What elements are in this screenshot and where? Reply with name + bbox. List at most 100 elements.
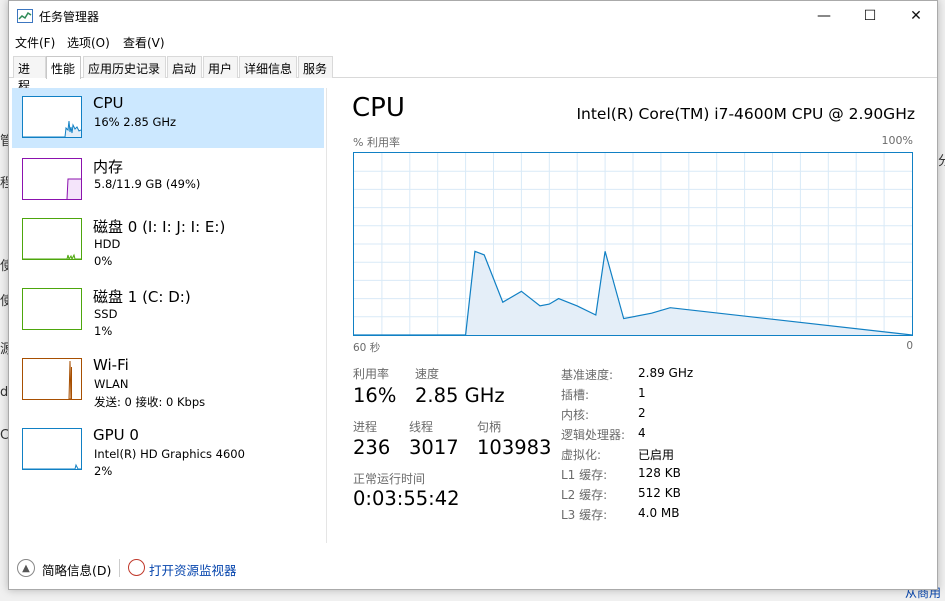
speed-value: 2.85 GHz: [415, 384, 505, 407]
utilization-label: 利用率: [353, 367, 390, 381]
graph-y-max: 100%: [881, 134, 913, 147]
l2-cache-value: 512 KB: [638, 486, 681, 500]
menu-bar: 文件(F) 选项(O) 查看(V): [9, 32, 937, 52]
sidebar-item-throughput: 发送: 0 接收: 0 Kbps: [94, 395, 206, 409]
task-manager-window: 任务管理器 — ☐ ✕ 文件(F) 选项(O) 查看(V) 进程 性能 应用历史…: [8, 0, 938, 590]
tab-performance[interactable]: 性能: [46, 56, 81, 79]
minimize-icon: —: [817, 8, 831, 24]
fewer-details-button[interactable]: 简略信息(D): [42, 560, 111, 579]
sidebar-item-detail: 16% 2.85 GHz: [94, 115, 177, 129]
cpu-mini-graph: [23, 120, 81, 137]
bottom-separator: [119, 559, 120, 577]
sidebar-item-disk-0[interactable]: 磁盘 0 (I: I: J: I: E:) HDD 0%: [12, 210, 324, 270]
processes-value: 236: [353, 436, 391, 459]
cores-value: 2: [638, 406, 646, 420]
panel-divider[interactable]: [326, 88, 327, 543]
sidebar-item-cpu[interactable]: CPU 16% 2.85 GHz: [12, 88, 324, 148]
sidebar-item-gpu[interactable]: GPU 0 Intel(R) HD Graphics 4600 2%: [12, 420, 324, 480]
disk0-thumbnail: [22, 218, 82, 260]
speed-label: 速度: [415, 367, 440, 381]
menu-options[interactable]: 选项(O): [67, 34, 110, 51]
sidebar-item-name: 内存: [93, 158, 124, 176]
tab-startup[interactable]: 启动: [167, 56, 202, 78]
base-speed-value: 2.89 GHz: [638, 366, 694, 380]
l1-cache-value: 128 KB: [638, 466, 681, 480]
maximize-icon: ☐: [863, 8, 877, 24]
virtualization-label: 虚拟化:: [561, 448, 602, 462]
task-manager-icon: [17, 9, 33, 23]
sidebar-item-memory[interactable]: 内存 5.8/11.9 GB (49%): [12, 150, 324, 210]
sockets-value: 1: [638, 386, 646, 400]
sidebar-item-name: CPU: [93, 94, 124, 112]
tab-processes[interactable]: 进程: [13, 56, 46, 93]
bottom-bar: ▲ 简略信息(D) 打开资源监视器: [9, 553, 937, 583]
l1-cache-label: L1 缓存:: [561, 468, 608, 482]
handles-value: 103983: [477, 436, 552, 459]
handles-label: 句柄: [477, 420, 502, 434]
chevron-up-icon[interactable]: ▲: [17, 559, 35, 577]
graph-y-label: % 利用率: [353, 136, 400, 149]
graph-x-end: 0: [906, 340, 913, 352]
menu-view[interactable]: 查看(V): [123, 34, 165, 51]
sidebar-item-usage: 0%: [94, 254, 113, 268]
sidebar-item-detail: 5.8/11.9 GB (49%): [94, 177, 201, 191]
memory-thumbnail: [22, 158, 82, 200]
tab-users[interactable]: 用户: [203, 56, 238, 78]
l2-cache-label: L2 缓存:: [561, 488, 608, 502]
cpu-model-name: Intel(R) Core(TM) i7-4600M CPU @ 2.90GHz: [576, 105, 915, 123]
cpu-utilization-graph: [353, 152, 913, 336]
sidebar-item-type: HDD: [94, 237, 121, 251]
sidebar-item-wifi[interactable]: Wi-Fi WLAN 发送: 0 接收: 0 Kbps: [12, 350, 324, 410]
maximize-button[interactable]: ☐: [847, 1, 893, 31]
open-resource-monitor-link[interactable]: 打开资源监视器: [149, 560, 237, 579]
logical-processors-label: 逻辑处理器:: [561, 428, 626, 442]
menu-file[interactable]: 文件(F): [15, 34, 55, 51]
cpu-thumbnail: [22, 96, 82, 138]
page-title: CPU: [352, 93, 405, 123]
close-icon: ✕: [910, 8, 922, 24]
cpu-detail-panel: CPU Intel(R) Core(TM) i7-4600M CPU @ 2.9…: [349, 88, 919, 543]
wifi-mini-graph: [68, 360, 72, 399]
sidebar-item-type: SSD: [94, 307, 118, 321]
cpu-graph-canvas: [354, 153, 912, 335]
logical-processors-value: 4: [638, 426, 646, 440]
memory-mini-graph: [66, 178, 81, 199]
sidebar-item-name: 磁盘 0 (I: I: J: I: E:): [93, 218, 226, 236]
sidebar-item-disk-1[interactable]: 磁盘 1 (C: D:) SSD 1%: [12, 280, 324, 340]
disk1-thumbnail: [22, 288, 82, 330]
gpu-mini-graph: [23, 463, 81, 469]
title-bar[interactable]: 任务管理器 — ☐ ✕: [9, 1, 937, 31]
cores-label: 内核:: [561, 408, 590, 422]
sockets-label: 插槽:: [561, 388, 590, 402]
graph-grid: [354, 153, 912, 335]
resource-sidebar: CPU 16% 2.85 GHz 内存 5.8/11.9 GB (49%) 磁盘…: [12, 88, 326, 543]
tab-services[interactable]: 服务: [298, 56, 333, 78]
disk0-mini-graph: [23, 253, 81, 259]
sidebar-item-type: WLAN: [94, 377, 129, 391]
graph-x-start: 60 秒: [353, 342, 381, 354]
sidebar-item-model: Intel(R) HD Graphics 4600: [94, 447, 245, 461]
tab-details[interactable]: 详细信息: [239, 56, 297, 78]
base-speed-label: 基准速度:: [561, 368, 614, 382]
sidebar-item-name: Wi-Fi: [93, 356, 129, 374]
sidebar-item-name: 磁盘 1 (C: D:): [93, 288, 191, 306]
uptime-label: 正常运行时间: [353, 472, 426, 486]
sidebar-item-usage: 2%: [94, 464, 113, 478]
uptime-value: 0:03:55:42: [353, 487, 460, 510]
wifi-thumbnail: [22, 358, 82, 400]
minimize-button[interactable]: —: [801, 1, 847, 31]
sidebar-item-usage: 1%: [94, 324, 113, 338]
tab-app-history[interactable]: 应用历史记录: [83, 56, 166, 78]
close-button[interactable]: ✕: [893, 1, 939, 31]
window-title: 任务管理器: [39, 10, 100, 24]
utilization-value: 16%: [353, 384, 397, 407]
l3-cache-label: L3 缓存:: [561, 508, 608, 522]
processes-label: 进程: [353, 420, 378, 434]
l3-cache-value: 4.0 MB: [638, 506, 680, 520]
tab-bar: 进程 性能 应用历史记录 启动 用户 详细信息 服务: [9, 56, 937, 93]
threads-value: 3017: [409, 436, 459, 459]
sidebar-item-name: GPU 0: [93, 426, 139, 444]
resource-monitor-icon[interactable]: [128, 559, 145, 576]
gpu-thumbnail: [22, 428, 82, 470]
virtualization-value: 已启用: [638, 448, 675, 462]
